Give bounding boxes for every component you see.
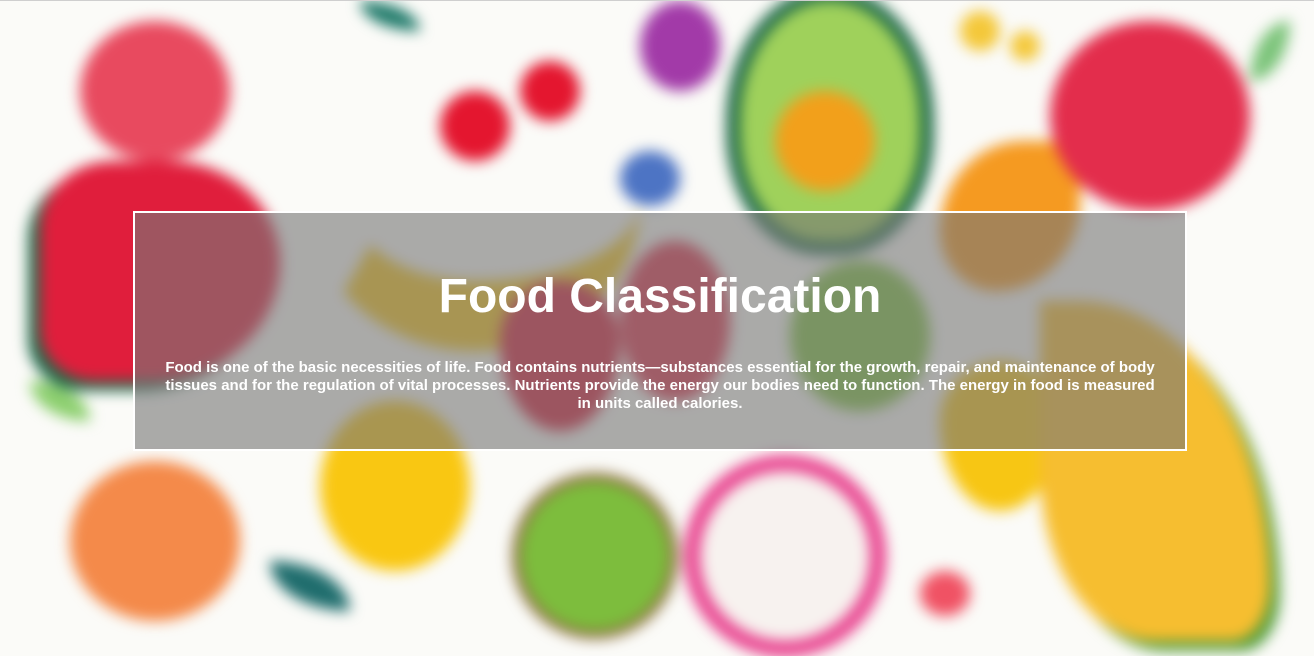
page-stage: Food Classification Food is one of the b… (0, 0, 1314, 656)
leaf-illustration (360, 1, 420, 31)
pomegranate-right-illustration (1050, 21, 1250, 211)
peach-illustration (70, 461, 240, 621)
cherry-illustration (520, 61, 580, 121)
cherry-illustration (440, 91, 510, 161)
flower-illustration (960, 11, 1000, 51)
leaf-illustration (270, 561, 350, 611)
hero-description: Food is one of the basic necessities of … (165, 359, 1155, 412)
flower-illustration (1010, 31, 1040, 61)
dragon-fruit-illustration (700, 471, 870, 641)
berry-illustration (920, 571, 970, 616)
leaf-illustration (1250, 21, 1290, 81)
plum-illustration (640, 1, 720, 91)
page-title: Food Classification (438, 270, 882, 323)
leaf-illustration (30, 381, 90, 421)
avocado-seed-illustration (775, 91, 875, 191)
kiwi-illustration (520, 481, 670, 631)
blueberry-illustration (620, 151, 680, 206)
hero-banner: Food Classification Food is one of the b… (133, 211, 1187, 451)
pomegranate-left-illustration (80, 21, 230, 161)
